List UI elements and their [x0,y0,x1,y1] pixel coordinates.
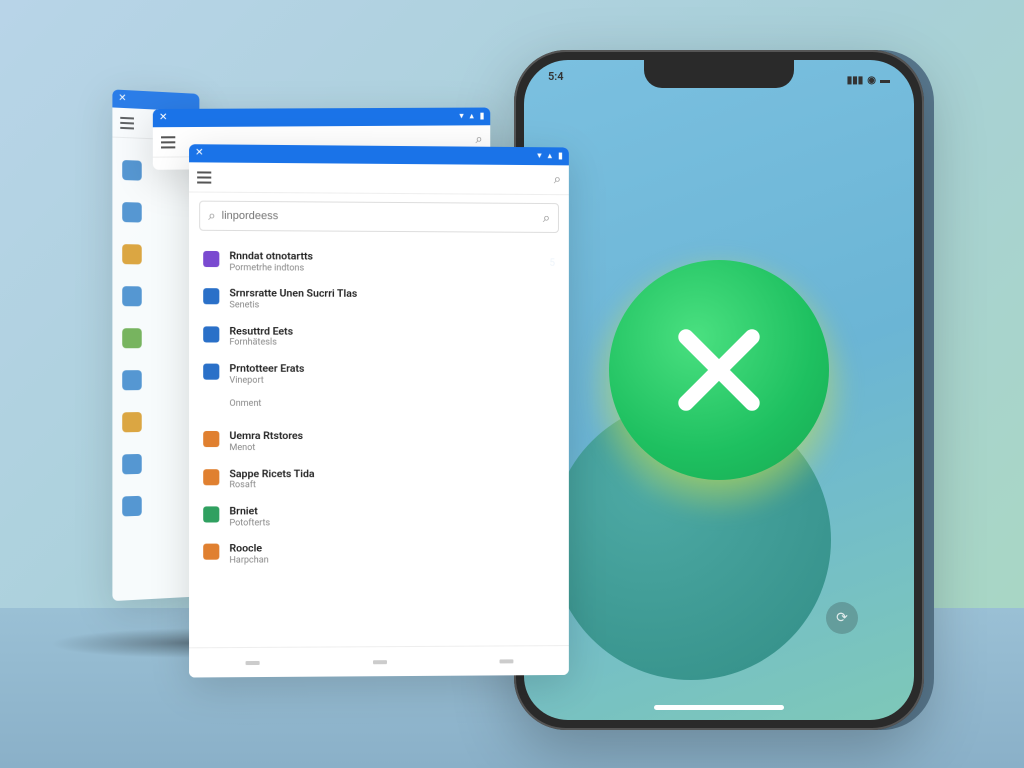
item-subtitle: Rosaft [229,480,545,492]
item-text: Srnrsratte Unen Sucrri TlasSenetis [229,287,545,314]
menu-icon[interactable] [161,136,175,148]
status-indicators: ▮▮▮ ◉ ▬ [847,70,890,90]
result-list: Rnndat otnotarttsPormetrhe indtons 5 Srnrs… [189,239,569,578]
item-subtitle: Menot [229,443,545,455]
item-subtitle: Pormetrhe indtons [229,263,539,276]
item-text: Prntotteer EratsVineport [229,362,545,388]
bottom-nav [189,645,569,677]
list-item[interactable]: RoocleHarpchan [189,535,569,574]
nav-item[interactable] [373,660,387,664]
app-icon [203,469,219,485]
search-field[interactable]: ⌕ ⌕ [199,201,559,233]
item-text: RoocleHarpchan [229,541,545,567]
item-subtitle: Onment [229,399,545,411]
item-subtitle: Vineport [229,375,545,387]
list-item[interactable]: Sappe Ricets TidaRosaft [189,461,569,499]
menu-icon[interactable] [120,116,134,129]
close-badge[interactable] [609,260,829,480]
sidebar-app-icon[interactable] [122,454,142,474]
status-time: 5:4 [548,70,564,90]
phone-notch [644,60,794,88]
signal-icon: ▴ [470,112,474,122]
battery-icon: ▬ [880,75,890,86]
list-item[interactable]: Srnrsratte Unen Sucrri TlasSenetis [189,280,569,319]
action-button[interactable]: ⟳ [826,602,858,634]
search-input[interactable] [222,210,537,224]
item-title: Sappe Ricets Tida [229,467,545,481]
chevron-down-icon[interactable]: ▾ [459,112,463,122]
item-badge: 5 [549,258,555,269]
close-icon[interactable]: ✕ [195,148,203,158]
list-item[interactable]: Uemra RtstoresMenot [189,423,569,461]
item-subtitle: Senetis [229,300,545,313]
battery-icon: ▮ [558,151,563,161]
app-icon [203,544,219,560]
item-text: Resuttrd EetsFornhätesls [229,324,545,350]
signal-icon: ▮▮▮ [847,75,864,86]
item-title: Roocle [229,541,545,556]
item-title: Rnndat otnotartts [229,249,539,264]
list-item[interactable]: Resuttrd EetsFornhätesls [189,318,569,357]
signal-icon: ▴ [548,151,552,161]
item-text: BrnietPotofterts [229,504,545,530]
browser-window-front: ✕ ▾ ▴ ▮ ⌕ ⌕ ⌕ Rnndat otnotarttsPormetrhe… [189,144,569,677]
item-text: Rnndat otnotarttsPormetrhe indtons [229,249,539,276]
sidebar-app-icon[interactable] [122,412,142,432]
sidebar-icon-strip [122,160,142,516]
menu-icon[interactable] [197,171,211,183]
list-item[interactable]: Rnndat otnotarttsPormetrhe indtons 5 [189,243,569,282]
item-subtitle: Fornhätesls [229,338,545,351]
sidebar-app-icon[interactable] [122,286,142,306]
item-title: Brniet [229,504,545,518]
home-indicator[interactable] [654,705,784,710]
app-icon [203,431,219,447]
search-icon[interactable]: ⌕ [543,210,550,225]
wifi-icon: ◉ [867,75,876,86]
nav-item[interactable] [499,659,513,663]
phone-device: 5:4 ▮▮▮ ◉ ▬ ⟳ [514,50,924,730]
app-icon [203,364,219,380]
item-title: Uemra Rtstores [229,429,545,443]
item-text: Onment [229,399,545,411]
list-item[interactable]: Onment [189,393,569,423]
sidebar-app-icon[interactable] [122,370,142,390]
sidebar-app-icon[interactable] [122,328,142,348]
phone-screen: 5:4 ▮▮▮ ◉ ▬ ⟳ [524,60,914,720]
list-item[interactable]: BrnietPotofterts [189,498,569,536]
sidebar-app-icon[interactable] [122,160,142,181]
search-icon[interactable]: ⌕ [554,172,561,187]
titlebar: ✕ ▾ ▴ ▮ [153,108,490,128]
search-icon[interactable]: ⌕ [476,132,483,147]
search-icon: ⌕ [208,208,215,223]
item-text: Uemra RtstoresMenot [229,429,545,454]
item-subtitle: Harpchan [229,555,545,568]
item-text: Sappe Ricets TidaRosaft [229,467,545,493]
list-item[interactable]: Prntotteer EratsVineport [189,355,569,393]
sidebar-app-icon[interactable] [122,202,142,223]
item-title: Prntotteer Erats [229,362,545,376]
item-subtitle: Potofterts [229,517,545,529]
app-icon [203,251,219,267]
close-icon [664,315,774,425]
app-icon [203,506,219,522]
close-icon[interactable]: ✕ [159,113,168,123]
item-title: Srnrsratte Unen Sucrri Tlas [229,287,545,302]
chevron-down-icon[interactable]: ▾ [537,151,541,161]
browser-window-stack: ✕ ✕ ▾ ▴ ▮ ⌕ ✕ ▾ ▴ ▮ ⌕ [151,98,561,661]
sidebar-app-icon[interactable] [122,496,142,517]
refresh-icon: ⟳ [836,610,848,626]
battery-icon: ▮ [480,111,485,121]
app-icon [203,288,219,304]
item-title: Resuttrd Eets [229,324,545,339]
app-icon [203,326,219,342]
close-icon[interactable]: ✕ [118,94,126,104]
sidebar-app-icon[interactable] [122,244,142,264]
toolbar: ⌕ [189,162,569,195]
nav-item[interactable] [246,660,260,664]
